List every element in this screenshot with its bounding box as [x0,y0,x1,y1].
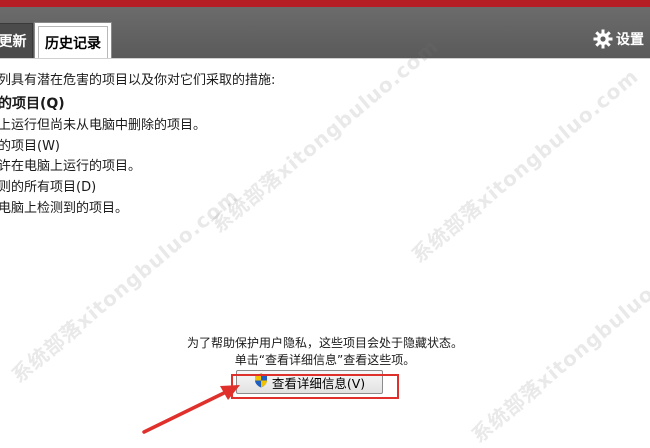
privacy-note-line2: 单击“查看详细信息”查看这些项。 [234,353,416,367]
intro-text: 列具有潜在危害的项目以及你对它们采取的措施: [0,73,276,88]
tab-update-label: 更新 [0,34,27,50]
tab-update[interactable]: 更新 [0,23,33,58]
item-desc-all-detected: 电脑上检测到的项目。 [0,201,129,216]
item-desc-quarantined: 上运行但尚未从电脑中删除的项目。 [0,118,207,133]
tab-history-label: 历史记录 [45,35,101,52]
brand-red-strip [0,0,650,7]
item-title-all-detected[interactable]: 则的所有项目(D) [0,176,96,195]
item-desc-allowed: 许在电脑上运行的项目。 [0,159,142,174]
item-title-allowed[interactable]: 的项目(W) [0,135,60,154]
privacy-note-line1: 为了帮助保护用户隐私，这些项目会处于隐藏状态。 [186,336,463,350]
item-title-quarantined[interactable]: 的项目(Q) [0,93,65,113]
tab-history-focus-rect: 历史记录 [38,26,108,58]
gear-icon [593,29,613,49]
annotation-highlight-box [231,374,399,399]
arrow-annotation [142,385,240,434]
settings-button[interactable]: 设置 [593,28,644,50]
settings-label: 设置 [616,32,644,48]
tab-history[interactable]: 历史记录 [34,22,112,58]
header-bar: 更新 历史记录 设置 [0,0,650,58]
